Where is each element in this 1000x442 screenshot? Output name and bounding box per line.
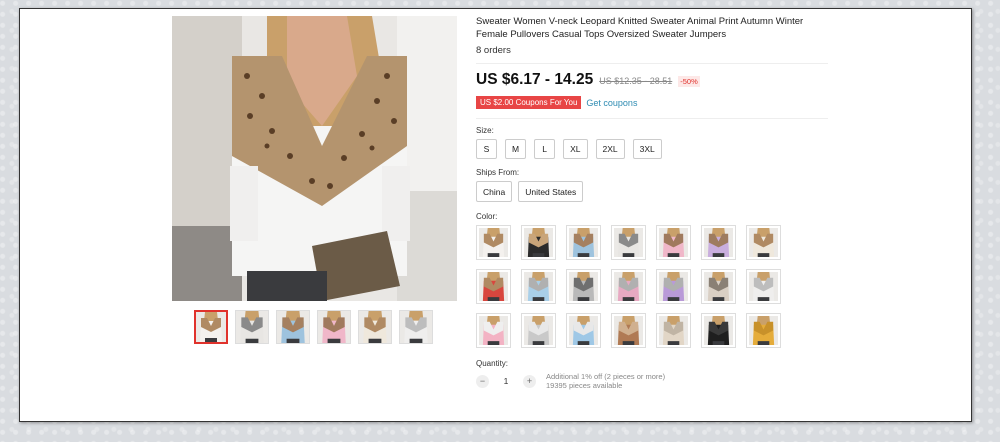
discount-badge: -50% [678, 76, 700, 87]
bulk-discount-note: Additional 1% off (2 pieces or more) [546, 372, 666, 381]
size-option-3xl[interactable]: 3XL [632, 139, 662, 159]
thumbnail-1[interactable] [194, 310, 228, 344]
color-swatch-3[interactable] [566, 225, 601, 260]
order-count: 8 orders [476, 45, 511, 56]
stock-available: 19395 pieces available [546, 381, 623, 390]
product-info: Sweater Women V-neck Leopard Knitted Swe… [476, 15, 828, 390]
color-swatch-11[interactable] [611, 269, 646, 304]
color-swatch-9[interactable] [521, 269, 556, 304]
main-product-image[interactable] [172, 16, 457, 301]
color-swatch-18[interactable] [611, 313, 646, 348]
color-swatches [476, 225, 828, 348]
coupon-row: US $2.00 Coupons For You Get coupons [476, 96, 828, 109]
original-price: US $12.35 - 28.51 [599, 76, 673, 86]
color-swatch-2[interactable] [521, 225, 556, 260]
color-swatch-13[interactable] [701, 269, 736, 304]
color-swatch-4[interactable] [611, 225, 646, 260]
quantity-decrease-button[interactable]: − [476, 374, 489, 388]
divider [476, 118, 828, 119]
quantity-increase-button[interactable]: + [523, 374, 536, 388]
thumbnail-6[interactable] [399, 310, 433, 344]
size-label: Size: [476, 126, 494, 135]
color-swatch-20[interactable] [701, 313, 736, 348]
color-swatch-1[interactable] [476, 225, 511, 260]
thumbnail-strip [194, 310, 433, 344]
thumbnail-5[interactable] [358, 310, 392, 344]
color-swatch-21[interactable] [746, 313, 781, 348]
color-swatch-8[interactable] [476, 269, 511, 304]
quantity-value[interactable]: 1 [495, 376, 517, 386]
color-swatch-16[interactable] [521, 313, 556, 348]
color-swatch-19[interactable] [656, 313, 691, 348]
thumbnail-3[interactable] [276, 310, 310, 344]
color-swatch-15[interactable] [476, 313, 511, 348]
color-swatch-7[interactable] [746, 225, 781, 260]
get-coupons-link[interactable]: Get coupons [586, 98, 637, 108]
size-options: S M L XL 2XL 3XL [476, 139, 828, 159]
ships-from-label: Ships From: [476, 168, 520, 177]
ships-from-options: China United States [476, 181, 828, 202]
thumbnail-2[interactable] [235, 310, 269, 344]
color-swatch-12[interactable] [656, 269, 691, 304]
size-option-s[interactable]: S [476, 139, 497, 159]
size-option-2xl[interactable]: 2XL [595, 139, 625, 159]
quantity-label: Quantity: [476, 359, 509, 368]
size-option-l[interactable]: L [534, 139, 556, 159]
product-page: Sweater Women V-neck Leopard Knitted Swe… [19, 8, 972, 422]
quantity-stepper: − 1 + Additional 1% off (2 pieces or mor… [476, 372, 828, 390]
color-swatch-5[interactable] [656, 225, 691, 260]
product-title: Sweater Women V-neck Leopard Knitted Swe… [476, 16, 804, 40]
color-swatch-6[interactable] [701, 225, 736, 260]
quantity-notes: Additional 1% off (2 pieces or more) 193… [546, 372, 665, 390]
color-swatch-14[interactable] [746, 269, 781, 304]
color-swatch-17[interactable] [566, 313, 601, 348]
price: US $6.17 - 14.25 [476, 71, 594, 88]
ship-option-united-states[interactable]: United States [518, 181, 584, 202]
size-option-xl[interactable]: XL [563, 139, 588, 159]
thumbnail-4[interactable] [317, 310, 351, 344]
ship-option-china[interactable]: China [476, 181, 513, 202]
divider [476, 63, 828, 64]
coupon-badge: US $2.00 Coupons For You [476, 96, 582, 109]
color-swatch-10[interactable] [566, 269, 601, 304]
price-row: US $6.17 - 14.25 US $12.35 - 28.51 -50% [476, 71, 828, 89]
color-label: Color: [476, 212, 498, 221]
size-option-m[interactable]: M [505, 139, 527, 159]
